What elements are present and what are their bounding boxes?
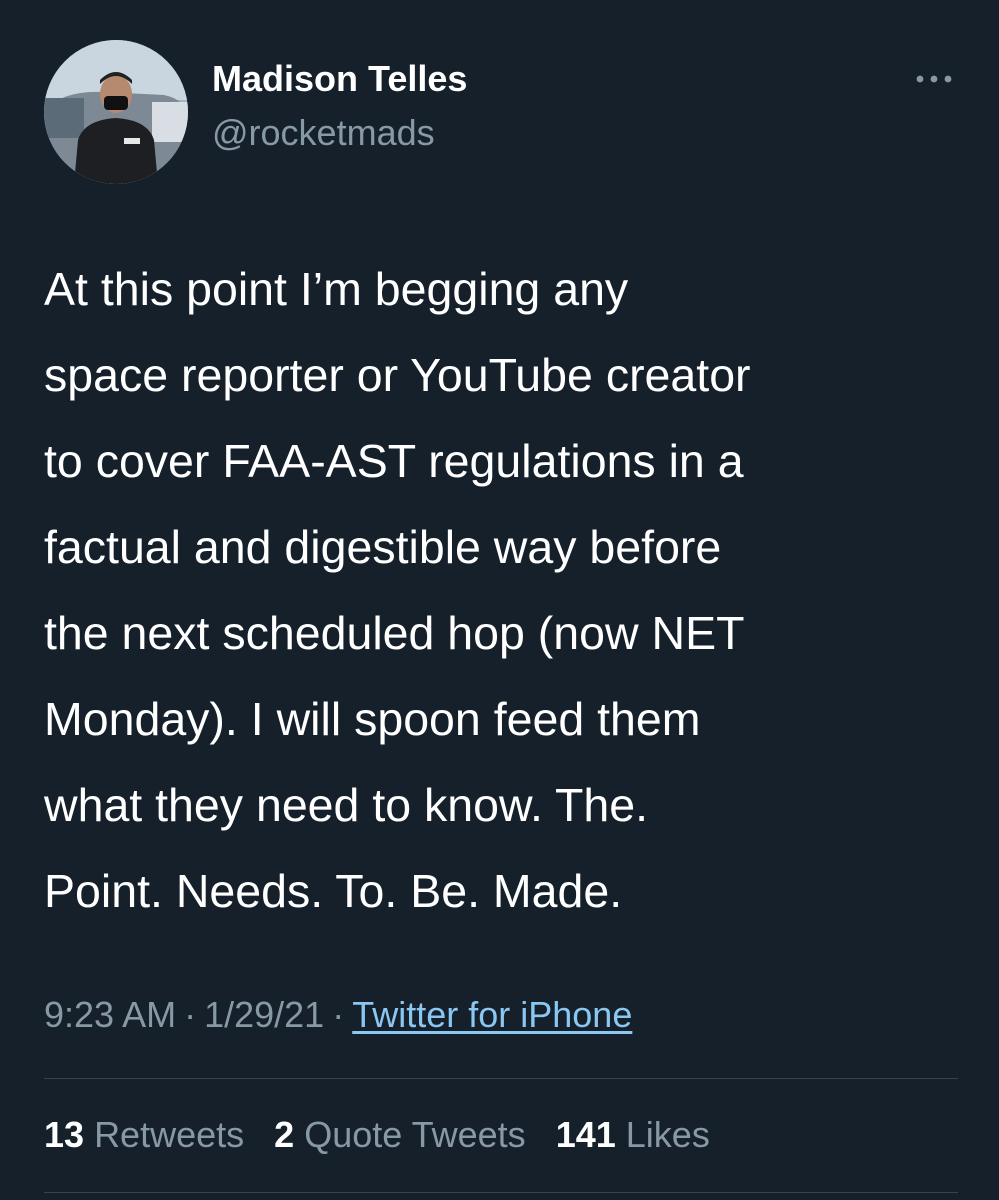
tweet-line: At this point I’m begging any: [44, 263, 629, 315]
author-handle[interactable]: @rocketmads: [212, 112, 435, 154]
divider: [44, 1192, 958, 1193]
avatar[interactable]: [44, 40, 188, 184]
tweet-date: 1/29/21: [204, 994, 325, 1035]
tweet-line: the next scheduled hop (now NET: [44, 607, 745, 659]
more-horizontal-icon: [916, 75, 952, 83]
likes-label: Likes: [625, 1114, 710, 1155]
meta-separator: ·: [184, 994, 197, 1035]
author-name[interactable]: Madison Telles: [212, 58, 467, 100]
quote-tweets-stat[interactable]: 2 Quote Tweets: [274, 1114, 526, 1155]
likes-stat[interactable]: 141 Likes: [556, 1114, 710, 1155]
likes-count: 141: [555, 1114, 616, 1155]
tweet-source-link[interactable]: Twitter for iPhone: [352, 994, 632, 1035]
profile-photo-icon: [44, 40, 188, 184]
retweets-count: 13: [44, 1114, 85, 1155]
retweets-stat[interactable]: 13 Retweets: [44, 1114, 244, 1155]
tweet-text: At this point I’m begging any space repo…: [44, 246, 959, 934]
tweet-time: 9:23 AM: [44, 994, 177, 1035]
meta-separator: ·: [332, 994, 345, 1035]
quote-tweets-label: Quote Tweets: [304, 1114, 526, 1155]
tweet-line: what they need to know. The.: [44, 779, 649, 831]
tweet-stats: 13 Retweets 2 Quote Tweets 141 Likes: [44, 1114, 710, 1156]
tweet-line: Monday). I will spoon feed them: [44, 693, 701, 745]
tweet-line: factual and digestible way before: [44, 521, 722, 573]
tweet-meta: 9:23 AM · 1/29/21 · Twitter for iPhone: [44, 994, 632, 1036]
quote-tweets-count: 2: [274, 1114, 295, 1155]
tweet-line: to cover FAA-AST regulations in a: [44, 435, 744, 487]
more-options-button[interactable]: [910, 62, 958, 96]
divider: [44, 1078, 958, 1079]
retweets-label: Retweets: [94, 1114, 245, 1155]
tweet-line: Point. Needs. To. Be. Made.: [44, 865, 623, 917]
tweet-line: space reporter or YouTube creator: [44, 349, 751, 401]
